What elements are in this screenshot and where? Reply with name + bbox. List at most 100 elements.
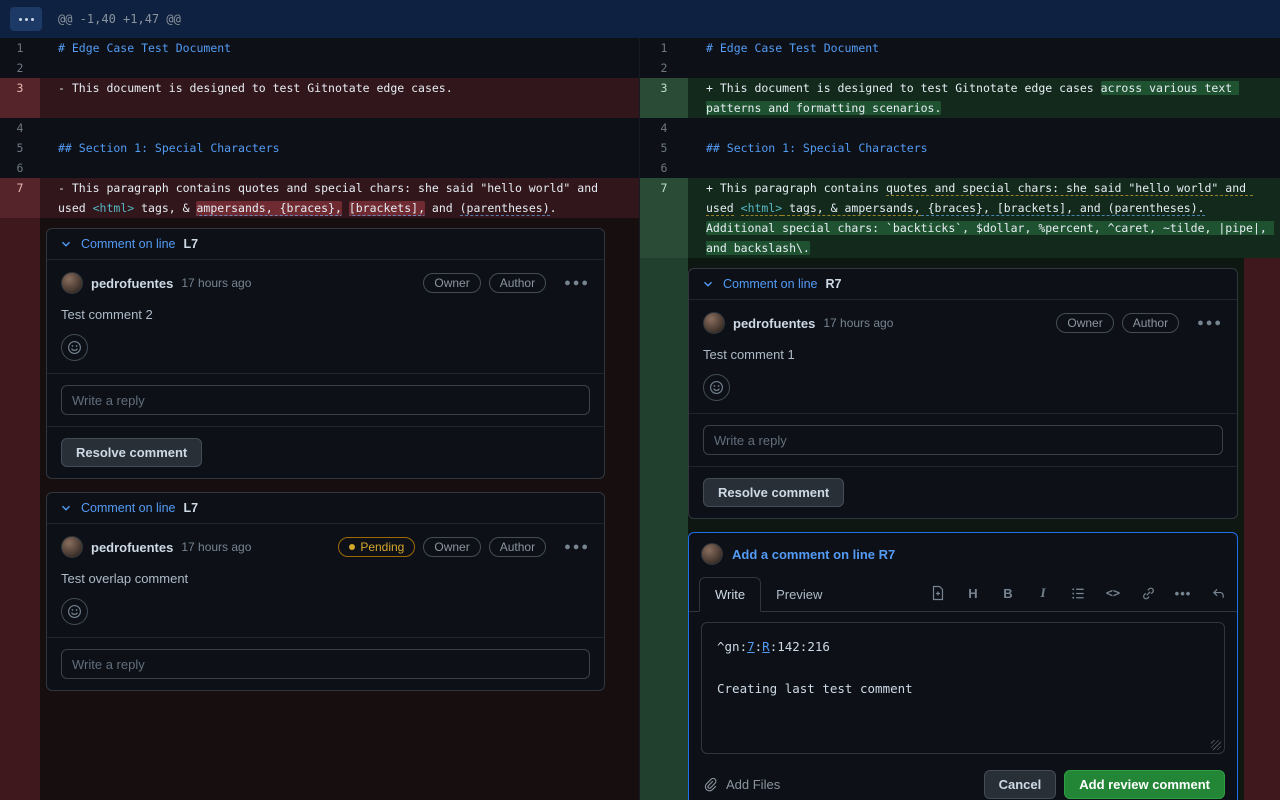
- line-number[interactable]: 2: [640, 58, 688, 78]
- line-text: - This document is designed to test Gitn…: [40, 78, 639, 118]
- add-review-comment-button[interactable]: Add review comment: [1064, 770, 1225, 799]
- comment-text: Test comment 2: [61, 307, 153, 322]
- split-diff: 1 # Edge Case Test Document 2 3- This docum…: [0, 38, 1280, 800]
- line-number[interactable]: 7: [640, 178, 688, 258]
- chevron-down-icon: [59, 501, 73, 515]
- link-icon[interactable]: [1139, 584, 1157, 602]
- badge-author: Author: [488, 537, 547, 557]
- bold-icon[interactable]: B: [999, 584, 1017, 602]
- comment-menu-button[interactable]: ●●●: [564, 277, 590, 289]
- text-segment: [1205, 201, 1212, 215]
- thread-footer: Resolve comment: [47, 426, 604, 478]
- line-number[interactable]: 7: [0, 178, 40, 218]
- line-text: [688, 58, 1280, 78]
- thread-header[interactable]: Comment on line L7: [47, 493, 604, 524]
- code-icon[interactable]: <>: [1104, 584, 1122, 602]
- reply-icon[interactable]: [1209, 584, 1227, 602]
- text-segment: tags, & ampersands,: [782, 201, 921, 216]
- badge-group: Pending Owner Author: [338, 537, 547, 557]
- composer-header: Add a comment on line R7: [689, 533, 1237, 573]
- line-number[interactable]: 5: [0, 138, 40, 158]
- comment-menu-button[interactable]: ●●●: [564, 541, 590, 553]
- thread-line-label: Comment on line: [81, 237, 176, 251]
- text-segment: [734, 201, 741, 215]
- text-segment: ampersands, {braces},: [196, 201, 342, 216]
- diff-line-old-5: 5 ## Section 1: Special Characters: [0, 138, 639, 158]
- cancel-button[interactable]: Cancel: [983, 770, 1057, 799]
- comment-composer: Add a comment on line R7 Write Preview H…: [688, 532, 1238, 800]
- add-files-button[interactable]: Add Files: [701, 776, 780, 794]
- tab-preview[interactable]: Preview: [761, 578, 837, 611]
- line-number[interactable]: 2: [0, 58, 40, 78]
- comment-text: Test comment 1: [703, 347, 795, 362]
- badge-group: Owner Author: [423, 273, 547, 293]
- comment-author-row: pedrofuentes 17 hours ago Owner Author ●●…: [703, 312, 1223, 334]
- text-segment: ^gn:: [717, 639, 748, 654]
- composer-tabbar: Write Preview H B I <> •••: [689, 573, 1237, 612]
- right-comment-region: Comment on line R7 pedrofuentes 17 hours…: [640, 258, 1280, 800]
- line-text: [688, 158, 1280, 178]
- resize-handle-icon[interactable]: [1211, 740, 1221, 750]
- thread-line-label: Comment on line: [81, 501, 176, 515]
- thread-header[interactable]: Comment on line L7: [47, 229, 604, 260]
- left-comment-region: Comment on line L7 pedrofuentes 17 hours…: [0, 218, 639, 800]
- line-number[interactable]: 6: [0, 158, 40, 178]
- reply-input[interactable]: [61, 649, 590, 679]
- diff-line-new-4: 4: [640, 118, 1280, 138]
- badge-group: Owner Author: [1056, 313, 1180, 333]
- editor-line: Creating last test comment: [717, 678, 1209, 699]
- reply-input[interactable]: [61, 385, 590, 415]
- text-segment: ## Section 1: Special Characters: [706, 141, 928, 155]
- italic-icon[interactable]: I: [1034, 584, 1052, 602]
- thread-footer: Resolve comment: [689, 466, 1237, 518]
- avatar: [61, 272, 83, 294]
- line-number[interactable]: 6: [640, 158, 688, 178]
- comment-author[interactable]: pedrofuentes: [733, 316, 815, 331]
- diff-line-old-6: 6: [0, 158, 639, 178]
- comment-body-block: pedrofuentes 17 hours ago Owner Author ●●…: [689, 300, 1237, 413]
- badge-owner: Owner: [423, 273, 481, 293]
- comment-menu-button[interactable]: ●●●: [1197, 317, 1223, 329]
- line-number[interactable]: 4: [0, 118, 40, 138]
- text-segment: and: [425, 201, 460, 215]
- line-number[interactable]: 1: [0, 38, 40, 58]
- diff-line-new-1: 1 # Edge Case Test Document: [640, 38, 1280, 58]
- line-text: ## Section 1: Special Characters: [40, 138, 639, 158]
- line-number[interactable]: 1: [640, 38, 688, 58]
- line-number[interactable]: 5: [640, 138, 688, 158]
- reply-input[interactable]: [703, 425, 1223, 455]
- right-added-gutter-strip: [640, 258, 688, 800]
- tab-write[interactable]: Write: [699, 577, 762, 612]
- text-segment: R: [762, 639, 770, 654]
- comment-author[interactable]: pedrofuentes: [91, 540, 173, 555]
- text-segment: (parentheses): [459, 201, 550, 216]
- diff-line-new-3: 3 + This document is designed to test Git…: [640, 78, 1280, 118]
- smiley-icon: [710, 381, 723, 394]
- comment-author[interactable]: pedrofuentes: [91, 276, 173, 291]
- comment-text: Test overlap comment: [61, 571, 189, 586]
- list-icon[interactable]: [1069, 584, 1087, 602]
- diff-pane-new: 1 # Edge Case Test Document 2 3 + This docum…: [640, 38, 1280, 800]
- heading-icon[interactable]: H: [964, 584, 982, 602]
- line-number[interactable]: 4: [640, 118, 688, 138]
- line-number[interactable]: 3: [0, 78, 40, 118]
- badge-pending: Pending: [338, 537, 416, 557]
- file-plus-icon[interactable]: [929, 584, 947, 602]
- line-text: - This paragraph contains quotes and spe…: [40, 178, 639, 218]
- line-number[interactable]: 3: [640, 78, 688, 118]
- diff-line-old-2: 2: [0, 58, 639, 78]
- reply-row: [47, 373, 604, 426]
- thread-header[interactable]: Comment on line R7: [689, 269, 1237, 300]
- resolve-comment-button[interactable]: Resolve comment: [61, 438, 203, 467]
- left-threads-container: Comment on line L7 pedrofuentes 17 hours…: [40, 218, 639, 800]
- add-reaction-button[interactable]: [703, 374, 730, 401]
- resolve-comment-button[interactable]: Resolve comment: [703, 478, 845, 507]
- expand-hunk-button[interactable]: [10, 7, 42, 31]
- add-reaction-button[interactable]: [61, 598, 88, 625]
- add-reaction-button[interactable]: [61, 334, 88, 361]
- comment-editor[interactable]: ^gn:7:R:142:216 Creating last test comme…: [701, 622, 1225, 754]
- ellipsis-icon[interactable]: •••: [1174, 584, 1192, 602]
- comment-author-row: pedrofuentes 17 hours ago Owner Author ●●…: [61, 272, 590, 294]
- line-text: + This paragraph contains quotes and spe…: [688, 178, 1280, 258]
